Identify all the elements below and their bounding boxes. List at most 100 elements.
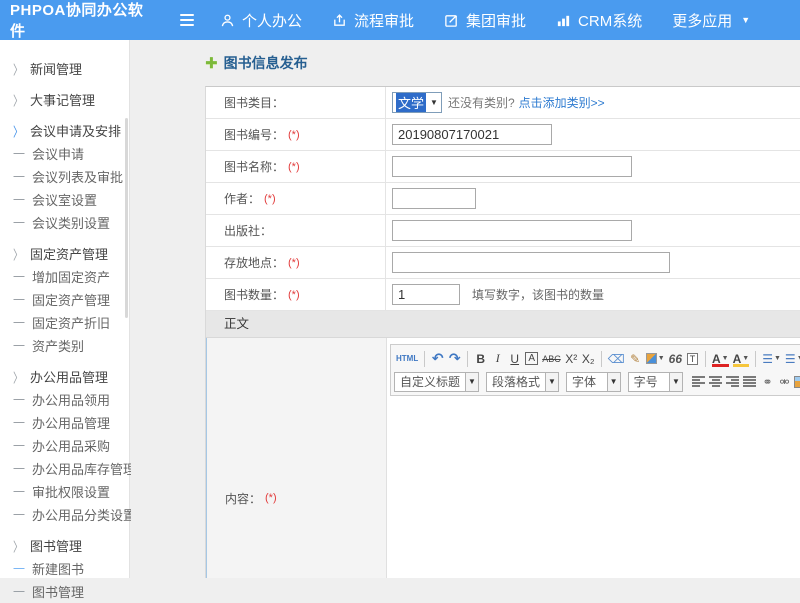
italic-button[interactable]: I bbox=[489, 349, 506, 368]
sidebar-item-assets[interactable]: 〉固定资产管理 bbox=[0, 241, 129, 265]
location-input[interactable] bbox=[392, 252, 670, 273]
sidebar-item-supplies-claim[interactable]: 一办公用品领用 bbox=[0, 388, 129, 411]
bold-button[interactable]: B bbox=[472, 349, 489, 368]
sidebar-item-supplies-purchase[interactable]: 一办公用品采购 bbox=[0, 434, 129, 457]
dash-icon: 一 bbox=[13, 391, 25, 408]
sidebar-menu: 〉新闻管理 〉大事记管理 〉会议申请及安排 一会议申请 一会议列表及审批 一会议… bbox=[0, 40, 129, 603]
author-input[interactable] bbox=[392, 188, 476, 209]
align-center-icon[interactable] bbox=[707, 372, 724, 391]
sidebar-item-meeting-category[interactable]: 一会议类别设置 bbox=[0, 211, 129, 234]
sidebar-item-news[interactable]: 〉新闻管理 bbox=[0, 56, 129, 80]
strikethrough-button[interactable]: ABC bbox=[540, 349, 563, 368]
nav-item-group-approval[interactable]: 集团审批 bbox=[444, 10, 526, 31]
sidebar-item-meeting-list[interactable]: 一会议列表及审批 bbox=[0, 165, 129, 188]
html-source-button[interactable]: HTML bbox=[394, 349, 420, 368]
sidebar-item-meeting-apply[interactable]: 一会议申请 bbox=[0, 142, 129, 165]
sidebar-item-asset-manage[interactable]: 一固定资产管理 bbox=[0, 288, 129, 311]
highlight-color-button[interactable]: A▼ bbox=[731, 349, 752, 368]
required-marker: (*) bbox=[288, 129, 300, 141]
autoformat-icon[interactable]: A bbox=[523, 349, 540, 368]
editor-content-area[interactable] bbox=[390, 396, 800, 578]
sidebar-scrollbar[interactable] bbox=[125, 118, 128, 318]
sidebar-item-book-manage[interactable]: 一图书管理 bbox=[0, 580, 129, 603]
sidebar-item-supplies[interactable]: 〉办公用品管理 bbox=[0, 364, 129, 388]
quantity-input[interactable] bbox=[392, 284, 460, 305]
sidebar-item-meeting-room[interactable]: 一会议室设置 bbox=[0, 188, 129, 211]
main-content: ✚ 图书信息发布 图书类目： 文学 ▼ 还没有类别? 点击添加类别>> 图书编号… bbox=[131, 40, 800, 578]
sidebar-item-supplies-manage[interactable]: 一办公用品管理 bbox=[0, 411, 129, 434]
sidebar-item-meeting[interactable]: 〉会议申请及安排 bbox=[0, 118, 129, 142]
align-right-icon[interactable] bbox=[724, 372, 741, 391]
font-color-button[interactable]: A▼ bbox=[710, 349, 731, 368]
sidebar-item-asset-category[interactable]: 一资产类别 bbox=[0, 334, 129, 357]
blockquote-icon[interactable]: 66 bbox=[667, 349, 684, 368]
font-size-select[interactable]: 字号▼ bbox=[628, 372, 683, 392]
nav-item-crm[interactable]: CRM系统 bbox=[556, 10, 642, 31]
paragraph-format-select[interactable]: 段落格式▼ bbox=[486, 372, 559, 392]
ordered-list-icon[interactable]: ☰▼ bbox=[760, 349, 783, 368]
book-number-input[interactable] bbox=[392, 124, 552, 145]
align-justify-icon[interactable] bbox=[741, 372, 758, 391]
remove-link-icon[interactable]: ⚮ bbox=[775, 372, 792, 391]
plus-icon: ✚ bbox=[205, 54, 218, 72]
sidebar-item-memorabilia[interactable]: 〉大事记管理 bbox=[0, 87, 129, 111]
align-left-icon[interactable] bbox=[690, 372, 707, 391]
form-row-author: 作者：(*) bbox=[206, 183, 800, 215]
book-name-input[interactable] bbox=[392, 156, 632, 177]
section-header-body: 正文 bbox=[206, 311, 800, 338]
sidebar-item-books[interactable]: 〉图书管理 bbox=[0, 533, 129, 557]
undo-icon[interactable]: ↶ bbox=[429, 349, 446, 368]
dash-icon: 一 bbox=[13, 506, 25, 523]
form-row-book-number: 图书编号：(*) bbox=[206, 119, 800, 151]
required-marker: (*) bbox=[288, 257, 300, 269]
unordered-list-icon[interactable]: ☰▼ bbox=[783, 349, 800, 368]
category-hint: 还没有类别? bbox=[448, 94, 515, 111]
hamburger-menu-icon[interactable] bbox=[180, 14, 194, 26]
chevron-right-icon: 〉 bbox=[13, 58, 23, 78]
nav-item-more-apps[interactable]: 更多应用 ▼ bbox=[672, 10, 750, 31]
redo-icon[interactable]: ↷ bbox=[446, 349, 463, 368]
dash-icon: 一 bbox=[13, 145, 25, 162]
dash-icon: 一 bbox=[13, 414, 25, 431]
dash-icon: 一 bbox=[13, 460, 25, 477]
editor-toolbar-row1: HTML ↶ ↷ B I U A ABC X² X₂ ⌫ bbox=[394, 347, 800, 370]
form-row-content: 内容： (*) HTML ↶ ↷ B I U A ABC bbox=[206, 338, 800, 578]
required-marker: (*) bbox=[265, 492, 277, 504]
user-icon bbox=[220, 13, 235, 28]
nav-item-personal-office[interactable]: 个人办公 bbox=[220, 10, 302, 31]
field-label: 作者： bbox=[224, 190, 260, 207]
rich-text-editor: HTML ↶ ↷ B I U A ABC X² X₂ ⌫ bbox=[387, 338, 800, 578]
paste-text-icon[interactable]: T bbox=[684, 349, 701, 368]
select-arrow-icon: ▼ bbox=[669, 373, 682, 391]
sidebar-item-approval-permission[interactable]: 一审批权限设置 bbox=[0, 480, 129, 503]
custom-title-select[interactable]: 自定义标题▼ bbox=[394, 372, 479, 392]
chevron-right-icon: 〉 bbox=[13, 366, 23, 386]
format-brush-icon[interactable]: ✎ bbox=[627, 349, 644, 368]
subscript-button[interactable]: X₂ bbox=[580, 349, 597, 368]
sidebar-item-book-new[interactable]: 一新建图书 bbox=[0, 557, 129, 580]
edit-square-icon bbox=[444, 13, 459, 28]
dash-icon: 一 bbox=[13, 337, 25, 354]
dash-icon: 一 bbox=[13, 268, 25, 285]
insert-link-icon[interactable]: ⚭ bbox=[758, 372, 775, 391]
font-family-select[interactable]: 字体▼ bbox=[566, 372, 621, 392]
dash-icon: 一 bbox=[13, 437, 25, 454]
underline-button[interactable]: U bbox=[506, 349, 523, 368]
select-arrow-icon: ▼ bbox=[545, 373, 558, 391]
publisher-input[interactable] bbox=[392, 220, 632, 241]
superscript-button[interactable]: X² bbox=[563, 349, 580, 368]
color-palette-icon[interactable]: ▼ bbox=[644, 349, 667, 368]
field-label: 图书类目： bbox=[224, 94, 284, 111]
insert-image-icon[interactable] bbox=[792, 372, 800, 391]
form-row-publisher: 出版社： bbox=[206, 215, 800, 247]
required-marker: (*) bbox=[288, 161, 300, 173]
sidebar-item-supplies-category[interactable]: 一办公用品分类设置 bbox=[0, 503, 129, 526]
category-select[interactable]: 文学 ▼ bbox=[392, 92, 442, 113]
add-category-link[interactable]: 点击添加类别>> bbox=[519, 94, 605, 111]
eraser-icon[interactable]: ⌫ bbox=[606, 349, 627, 368]
dash-icon: 一 bbox=[13, 168, 25, 185]
nav-item-flow-approval[interactable]: 流程审批 bbox=[332, 10, 414, 31]
sidebar-item-asset-depreciation[interactable]: 一固定资产折旧 bbox=[0, 311, 129, 334]
sidebar-item-supplies-stock[interactable]: 一办公用品库存管理 bbox=[0, 457, 129, 480]
sidebar-item-asset-add[interactable]: 一增加固定资产 bbox=[0, 265, 129, 288]
